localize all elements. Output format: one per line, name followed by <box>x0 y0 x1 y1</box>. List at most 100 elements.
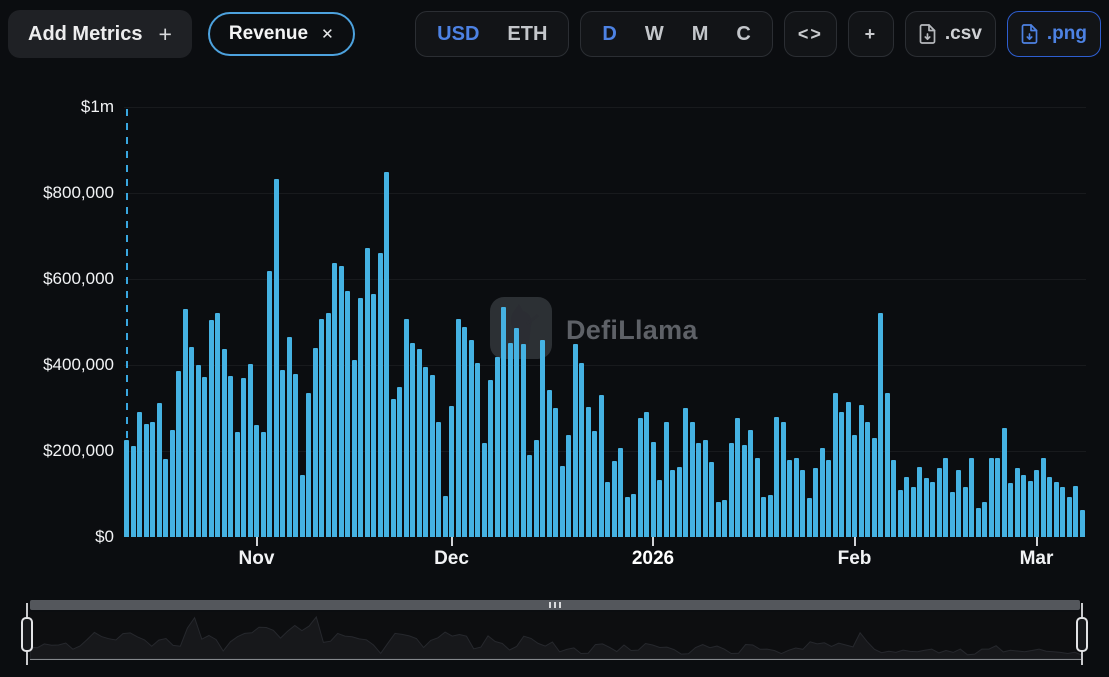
revenue-bar[interactable] <box>254 425 259 537</box>
horizontal-scrollbar[interactable] <box>30 600 1080 610</box>
revenue-bar[interactable] <box>820 448 825 537</box>
revenue-bar[interactable] <box>1054 482 1059 537</box>
revenue-bar[interactable] <box>514 328 519 537</box>
revenue-bar[interactable] <box>631 494 636 537</box>
revenue-bar[interactable] <box>885 393 890 537</box>
revenue-bar[interactable] <box>930 482 935 537</box>
revenue-bar[interactable] <box>878 313 883 537</box>
revenue-bar[interactable] <box>540 340 545 537</box>
new-chart-button[interactable]: + <box>848 11 894 57</box>
revenue-bar[interactable] <box>1015 468 1020 537</box>
revenue-bar[interactable] <box>833 393 838 537</box>
revenue-bar[interactable] <box>859 405 864 537</box>
embed-code-button[interactable]: <> <box>784 11 837 57</box>
revenue-bar[interactable] <box>241 378 246 537</box>
revenue-bar[interactable] <box>462 327 467 537</box>
revenue-bar[interactable] <box>371 294 376 537</box>
revenue-bar[interactable] <box>215 313 220 537</box>
revenue-bar[interactable] <box>475 363 480 537</box>
revenue-bar[interactable] <box>969 458 974 537</box>
revenue-bar[interactable] <box>748 430 753 537</box>
revenue-bar[interactable] <box>729 443 734 537</box>
revenue-bar[interactable] <box>1034 470 1039 537</box>
revenue-bar[interactable] <box>131 446 136 537</box>
revenue-bar[interactable] <box>508 343 513 537</box>
revenue-bar[interactable] <box>521 344 526 538</box>
revenue-bar[interactable] <box>794 458 799 537</box>
revenue-bar[interactable] <box>898 490 903 537</box>
revenue-bar[interactable] <box>137 412 142 537</box>
revenue-bar[interactable] <box>183 309 188 537</box>
revenue-bar[interactable] <box>157 403 162 537</box>
revenue-bar[interactable] <box>826 460 831 537</box>
revenue-bar[interactable] <box>235 432 240 537</box>
revenue-bar[interactable] <box>989 458 994 537</box>
revenue-bar[interactable] <box>267 271 272 537</box>
revenue-bar[interactable] <box>469 340 474 537</box>
interval-option-weekly[interactable]: W <box>631 23 678 46</box>
revenue-bar[interactable] <box>709 462 714 537</box>
revenue-bar[interactable] <box>761 497 766 537</box>
revenue-bar[interactable] <box>800 470 805 537</box>
revenue-bar[interactable] <box>644 412 649 537</box>
revenue-bar[interactable] <box>566 435 571 537</box>
revenue-bar[interactable] <box>430 375 435 537</box>
revenue-bar[interactable] <box>839 412 844 537</box>
revenue-bar[interactable] <box>391 399 396 538</box>
revenue-bar[interactable] <box>248 364 253 537</box>
revenue-bar[interactable] <box>781 422 786 537</box>
revenue-bar[interactable] <box>397 387 402 537</box>
revenue-bar[interactable] <box>150 422 155 537</box>
revenue-bar[interactable] <box>917 467 922 537</box>
revenue-bar[interactable] <box>189 347 194 537</box>
revenue-bar[interactable] <box>813 468 818 537</box>
revenue-bar[interactable] <box>956 470 961 537</box>
add-metrics-button[interactable]: Add Metrics + <box>8 10 192 58</box>
revenue-bar[interactable] <box>625 497 630 537</box>
revenue-bar[interactable] <box>1080 510 1085 537</box>
revenue-bar[interactable] <box>982 502 987 537</box>
revenue-bar[interactable] <box>1021 475 1026 537</box>
revenue-bar[interactable] <box>501 307 506 537</box>
revenue-bar[interactable] <box>280 370 285 537</box>
revenue-bar[interactable] <box>1060 487 1065 537</box>
revenue-bar[interactable] <box>722 500 727 537</box>
revenue-bar[interactable] <box>872 438 877 537</box>
revenue-bar[interactable] <box>774 417 779 537</box>
revenue-bar[interactable] <box>293 374 298 537</box>
revenue-bar[interactable] <box>417 349 422 537</box>
revenue-bar[interactable] <box>163 459 168 537</box>
revenue-bar[interactable] <box>488 380 493 537</box>
revenue-bar[interactable] <box>846 402 851 537</box>
revenue-bar[interactable] <box>807 498 812 537</box>
revenue-bar[interactable] <box>326 313 331 538</box>
revenue-bar[interactable] <box>306 393 311 537</box>
revenue-bar[interactable] <box>950 492 955 537</box>
revenue-bar[interactable] <box>865 422 870 537</box>
revenue-bar[interactable] <box>313 348 318 537</box>
revenue-bar[interactable] <box>404 319 409 537</box>
revenue-bar[interactable] <box>534 440 539 537</box>
revenue-bar[interactable] <box>1067 497 1072 537</box>
currency-option-usd[interactable]: USD <box>423 23 493 46</box>
bar-chart-plot[interactable]: DefiLlama <box>124 107 1086 537</box>
revenue-bar[interactable] <box>592 431 597 537</box>
revenue-bar[interactable] <box>319 319 324 537</box>
currency-option-eth[interactable]: ETH <box>493 23 561 46</box>
revenue-bar[interactable] <box>573 344 578 538</box>
revenue-bar[interactable] <box>1073 486 1078 537</box>
revenue-bar[interactable] <box>449 406 454 537</box>
revenue-bar[interactable] <box>690 422 695 537</box>
revenue-bar[interactable] <box>222 349 227 537</box>
revenue-bar[interactable] <box>345 291 350 537</box>
revenue-bar[interactable] <box>358 298 363 537</box>
revenue-bar[interactable] <box>768 495 773 537</box>
scrollbar-grip-icon[interactable] <box>549 602 561 608</box>
revenue-bar[interactable] <box>716 502 721 537</box>
revenue-bar[interactable] <box>209 320 214 537</box>
revenue-bar[interactable] <box>274 179 279 537</box>
revenue-bar[interactable] <box>443 496 448 537</box>
revenue-bar[interactable] <box>261 432 266 537</box>
revenue-bar[interactable] <box>683 408 688 537</box>
revenue-bar[interactable] <box>638 418 643 537</box>
